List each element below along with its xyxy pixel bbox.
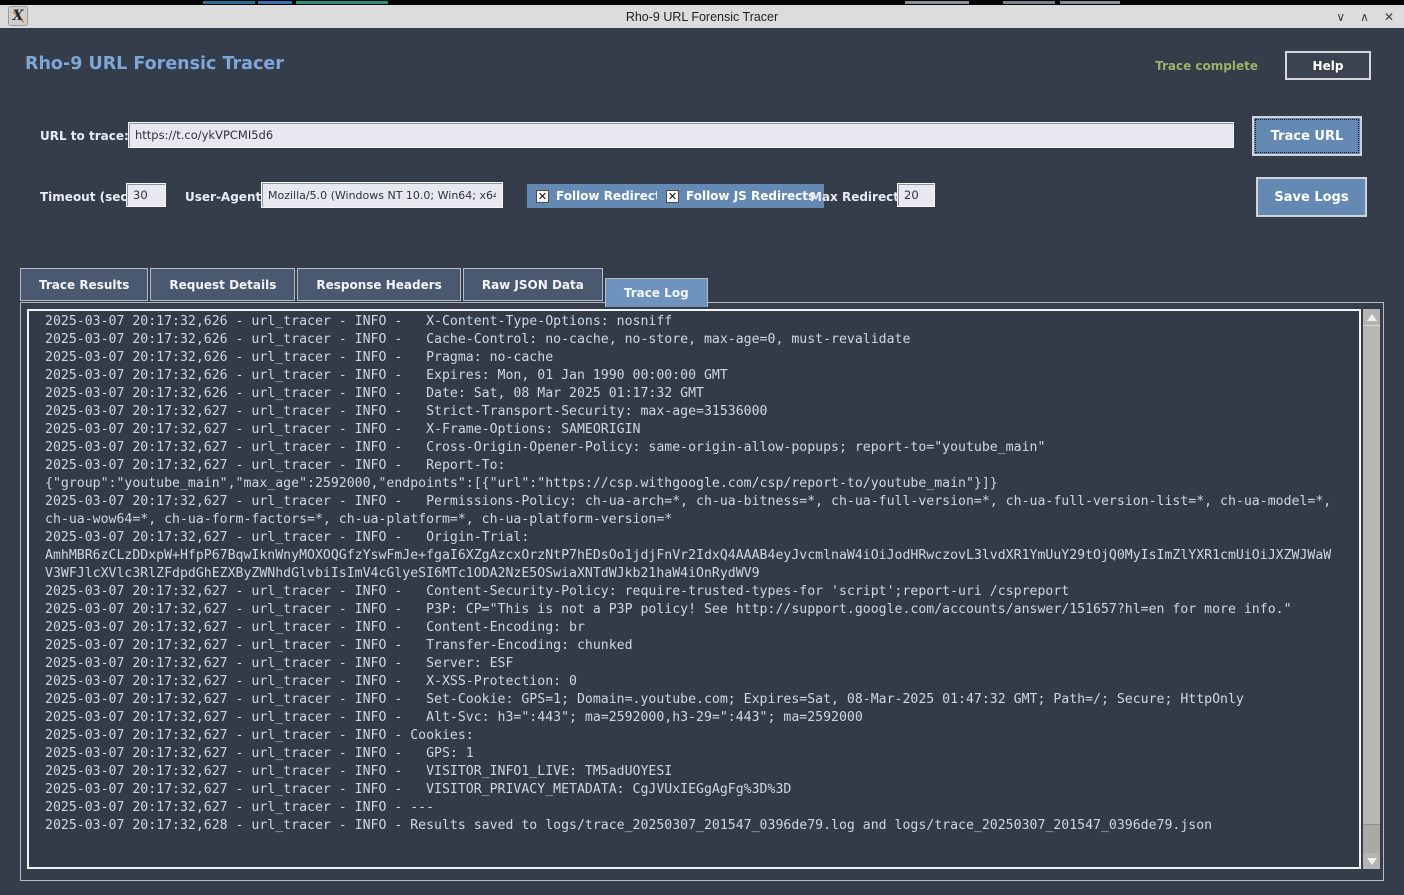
log-line: 2025-03-07 20:17:32,627 - url_tracer - I… [45,799,1359,817]
log-line: {"group":"youtube_main","max_age":259200… [45,475,1359,493]
follow-js-redirects-checkbox[interactable]: ✕ Follow JS Redirects [657,184,824,208]
follow-redirects-label: Follow Redirects [556,189,668,203]
log-line: 2025-03-07 20:17:32,627 - url_tracer - I… [45,781,1359,799]
log-line: 2025-03-07 20:17:32,627 - url_tracer - I… [45,637,1359,655]
log-line: 2025-03-07 20:17:32,627 - url_tracer - I… [45,709,1359,727]
tab-request-details[interactable]: Request Details [150,268,295,301]
log-line: 2025-03-07 20:17:32,626 - url_tracer - I… [45,349,1359,367]
log-line: 2025-03-07 20:17:32,627 - url_tracer - I… [45,583,1359,601]
log-line: 2025-03-07 20:17:32,626 - url_tracer - I… [45,385,1359,403]
user-agent-label: User-Agent: [185,190,266,204]
follow-js-redirects-label: Follow JS Redirects [686,189,815,203]
background-text-fragment [296,1,388,4]
max-redirects-input[interactable] [897,183,935,207]
background-text-fragment [203,1,255,4]
tab-trace-results[interactable]: Trace Results [20,268,148,301]
window-control-minimize[interactable]: ∨ [1336,11,1345,23]
scroll-up-button[interactable] [1363,309,1380,325]
save-logs-button[interactable]: Save Logs [1256,177,1367,217]
tab-raw-json-data[interactable]: Raw JSON Data [463,268,603,301]
help-button[interactable]: Help [1285,51,1371,80]
trace-log-textarea[interactable]: 2025-03-07 20:17:32,626 - url_tracer - I… [27,309,1361,869]
log-line: 2025-03-07 20:17:32,627 - url_tracer - I… [45,655,1359,673]
follow-redirects-checkbox[interactable]: ✕ Follow Redirects [527,184,677,208]
log-line: 2025-03-07 20:17:32,627 - url_tracer - I… [45,673,1359,691]
status-badge: Trace complete [1155,59,1258,73]
max-redirects-label: Max Redirects: [810,190,911,204]
url-input[interactable] [128,122,1234,148]
xterm-x-glyph: X [13,9,24,23]
app-icon[interactable]: X [8,6,28,26]
log-line: 2025-03-07 20:17:32,627 - url_tracer - I… [45,763,1359,781]
notebook-pane: 2025-03-07 20:17:32,626 - url_tracer - I… [20,302,1384,881]
log-line: 2025-03-07 20:17:32,627 - url_tracer - I… [45,439,1359,457]
log-line: 2025-03-07 20:17:32,627 - url_tracer - I… [45,601,1359,619]
tab-trace-log[interactable]: Trace Log [605,278,708,307]
log-line: 2025-03-07 20:17:32,626 - url_tracer - I… [45,313,1359,331]
log-line: 2025-03-07 20:17:32,626 - url_tracer - I… [45,367,1359,385]
log-line: 2025-03-07 20:17:32,627 - url_tracer - I… [45,457,1359,475]
log-line: 2025-03-07 20:17:32,626 - url_tracer - I… [45,331,1359,349]
background-text-fragment [1060,1,1120,4]
scroll-down-icon [1367,858,1377,865]
log-line: ch-ua-wow64=*, ch-ua-form-factors=*, ch-… [45,511,1359,529]
scroll-down-button[interactable] [1363,853,1380,869]
log-line: 2025-03-07 20:17:32,627 - url_tracer - I… [45,529,1359,547]
application-window: X Rho-9 URL Forensic Tracer ∨ ∧ ✕ Rho-9 UR… [0,0,1404,895]
log-line: AmhMBR6zCLzDDxpW+HfpP67BqwIknWnyMOXOQGfz… [45,547,1359,565]
background-text-fragment [905,1,969,4]
scrollbar-thumb[interactable] [1363,325,1380,825]
vertical-scrollbar[interactable] [1363,309,1380,869]
timeout-input[interactable] [126,183,166,207]
url-label: URL to trace: [40,129,129,143]
checkbox-checked-icon: ✕ [536,190,549,203]
log-line: V3WFJlcXVlc3RlZFdpdGhEZXByZWNhdGlvbiIsIm… [45,565,1359,583]
background-text-fragment [258,1,292,4]
window-control-close[interactable]: ✕ [1384,11,1394,23]
log-line: 2025-03-07 20:17:32,627 - url_tracer - I… [45,619,1359,637]
log-line: 2025-03-07 20:17:32,627 - url_tracer - I… [45,421,1359,439]
log-line: 2025-03-07 20:17:32,627 - url_tracer - I… [45,727,1359,745]
window-control-maximize[interactable]: ∧ [1360,11,1369,23]
tab-response-headers[interactable]: Response Headers [297,268,460,301]
tab-bar: Trace ResultsRequest DetailsResponse Hea… [20,268,710,306]
log-line: 2025-03-07 20:17:32,628 - url_tracer - I… [45,817,1359,835]
log-line: 2025-03-07 20:17:32,627 - url_tracer - I… [45,745,1359,763]
log-line: 2025-03-07 20:17:32,627 - url_tracer - I… [45,691,1359,709]
scroll-up-icon [1367,314,1377,321]
background-text-fragment [1003,1,1055,4]
log-lines: 2025-03-07 20:17:32,626 - url_tracer - I… [45,313,1359,835]
log-line: 2025-03-07 20:17:32,627 - url_tracer - I… [45,403,1359,421]
titlebar: X Rho-9 URL Forensic Tracer ∨ ∧ ✕ [0,5,1404,28]
window-controls: ∨ ∧ ✕ [1336,5,1394,28]
user-agent-input[interactable] [261,182,503,208]
checkbox-checked-icon: ✕ [666,190,679,203]
trace-url-button[interactable]: Trace URL [1252,116,1362,156]
window-title: Rho-9 URL Forensic Tracer [626,10,778,24]
timeout-label: Timeout (sec): [40,190,138,204]
log-line: 2025-03-07 20:17:32,627 - url_tracer - I… [45,493,1359,511]
page-title: Rho-9 URL Forensic Tracer [25,54,284,74]
